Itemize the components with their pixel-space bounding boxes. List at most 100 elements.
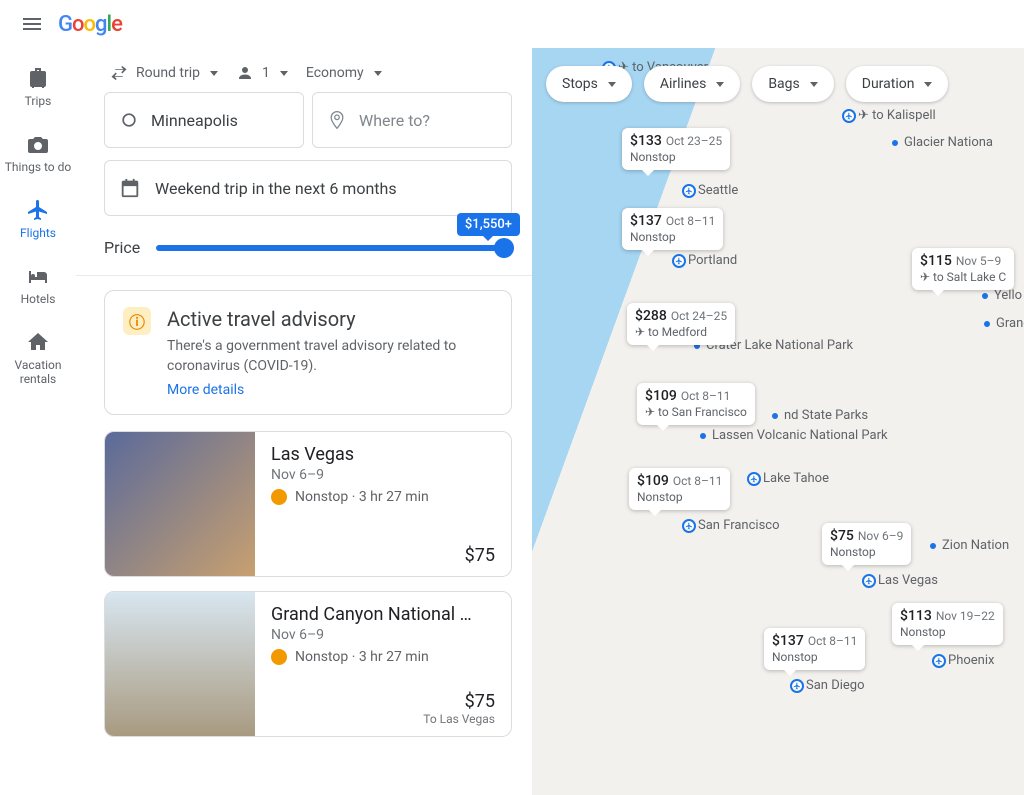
chevron-down-icon: [280, 71, 288, 76]
advisory-title: Active travel advisory: [167, 307, 493, 331]
price-marker[interactable]: $133Oct 23–25Nonstop: [622, 128, 730, 170]
price-label: Price: [104, 238, 140, 257]
map-area[interactable]: Stops Airlines Bags Duration $133Oct 23–25N…: [532, 48, 1024, 795]
left-nav: Trips Things to do Flights Hotels Vacati…: [0, 48, 76, 386]
house-icon: [26, 330, 50, 354]
price-marker[interactable]: $288Oct 24–25✈ to Medford: [627, 303, 735, 345]
pin-icon: [327, 110, 347, 130]
airport-icon: [790, 679, 804, 693]
calendar-icon: [119, 177, 141, 199]
nav-label: Vacation rentals: [0, 358, 76, 386]
google-logo: Google: [58, 12, 122, 37]
city-label[interactable]: ✈ to Kalispell: [842, 108, 936, 123]
price-marker[interactable]: $137Oct 8–11Nonstop: [764, 628, 865, 670]
price-badge: $1,550+: [457, 213, 520, 236]
result-price: $75: [271, 691, 495, 712]
header: Google: [0, 0, 1024, 48]
map-filters: Stops Airlines Bags Duration: [546, 66, 1010, 102]
result-thumb: [105, 592, 255, 736]
advisory-body: There's a government travel advisory rel…: [167, 337, 493, 376]
price-marker[interactable]: $109Oct 8–11Nonstop: [629, 468, 730, 510]
result-card[interactable]: Grand Canyon National … Nov 6–9 Nonstop …: [104, 591, 512, 737]
nav-label: Things to do: [5, 160, 71, 174]
nav-flights[interactable]: Flights: [20, 198, 56, 240]
plane-icon: [26, 198, 50, 222]
city-label[interactable]: Las Vegas: [862, 573, 938, 588]
nav-label: Flights: [20, 226, 56, 240]
passengers-dropdown[interactable]: 1: [236, 64, 288, 82]
airport-icon: [682, 519, 696, 533]
city-label[interactable]: Portland: [672, 253, 737, 268]
city-label[interactable]: Yello: [982, 288, 1022, 303]
filter-airlines[interactable]: Airlines: [644, 66, 740, 102]
airline-icon: [271, 649, 287, 665]
advisory-link[interactable]: More details: [167, 382, 244, 398]
airport-icon: [842, 109, 856, 123]
cabin-dropdown[interactable]: Economy: [306, 65, 382, 81]
search-panel: Round trip 1 Economy Minneapolis Where t…: [76, 48, 532, 795]
warning-icon: ⓘ: [123, 307, 151, 335]
nav-vacation-rentals[interactable]: Vacation rentals: [0, 330, 76, 386]
city-label[interactable]: Phoenix: [932, 653, 994, 668]
price-marker[interactable]: $113Nov 19–22Nonstop: [892, 603, 1003, 645]
destination-input[interactable]: Where to?: [312, 92, 512, 148]
date-input[interactable]: Weekend trip in the next 6 months: [104, 160, 512, 216]
result-sub: To Las Vegas: [271, 712, 495, 726]
city-label[interactable]: Grand: [984, 316, 1024, 331]
bed-icon: [26, 264, 50, 288]
result-dates: Nov 6–9: [271, 467, 495, 483]
result-title: Las Vegas: [271, 444, 495, 465]
airport-icon: [747, 472, 761, 486]
date-value: Weekend trip in the next 6 months: [155, 179, 397, 198]
chevron-down-icon: [716, 82, 724, 87]
nav-things-to-do[interactable]: Things to do: [5, 132, 71, 174]
result-dates: Nov 6–9: [271, 627, 495, 643]
city-label[interactable]: San Diego: [790, 678, 865, 693]
city-label[interactable]: Seattle: [682, 183, 738, 198]
result-thumb: [105, 432, 255, 576]
nav-hotels[interactable]: Hotels: [21, 264, 56, 306]
luggage-icon: [26, 66, 50, 90]
city-label[interactable]: nd State Parks: [772, 408, 868, 423]
menu-icon: [20, 12, 44, 36]
price-marker[interactable]: $115Nov 5–9✈ to Salt Lake C: [912, 248, 1014, 290]
city-label[interactable]: Glacier Nationa: [892, 135, 993, 150]
airport-icon: [672, 254, 686, 268]
slider-knob[interactable]: [494, 238, 514, 258]
nav-trips[interactable]: Trips: [25, 66, 52, 108]
passengers-label: 1: [262, 65, 270, 81]
swap-icon: [110, 64, 128, 82]
origin-input[interactable]: Minneapolis: [104, 92, 304, 148]
city-label[interactable]: San Francisco: [682, 518, 780, 533]
hamburger-menu-button[interactable]: [12, 4, 52, 44]
chevron-down-icon: [374, 71, 382, 76]
result-price: $75: [271, 545, 495, 566]
city-label[interactable]: Lake Tahoe: [747, 471, 829, 486]
chevron-down-icon: [810, 82, 818, 87]
city-label[interactable]: Lassen Volcanic National Park: [700, 428, 888, 443]
filter-stops[interactable]: Stops: [546, 66, 632, 102]
origin-value: Minneapolis: [151, 111, 238, 130]
price-marker[interactable]: $75Nov 6–9Nonstop: [822, 523, 911, 565]
nav-label: Trips: [25, 94, 52, 108]
airport-icon: [932, 654, 946, 668]
origin-circle-icon: [119, 110, 139, 130]
price-slider[interactable]: $1,550+: [156, 245, 512, 251]
result-card[interactable]: Las Vegas Nov 6–9 Nonstop · 3 hr 27 min …: [104, 431, 512, 577]
trip-type-label: Round trip: [136, 65, 200, 81]
destination-placeholder: Where to?: [359, 111, 430, 130]
person-icon: [236, 64, 254, 82]
city-label[interactable]: Zion Nation: [930, 538, 1009, 553]
filter-bags[interactable]: Bags: [752, 66, 833, 102]
chevron-down-icon: [924, 82, 932, 87]
advisory-card: ⓘ Active travel advisory There's a gover…: [104, 290, 512, 415]
airport-icon: [862, 574, 876, 588]
chevron-down-icon: [608, 82, 616, 87]
trip-type-dropdown[interactable]: Round trip: [110, 64, 218, 82]
cabin-label: Economy: [306, 65, 364, 81]
price-marker[interactable]: $137Oct 8–11Nonstop: [622, 208, 723, 250]
airport-icon: [682, 184, 696, 198]
price-marker[interactable]: $109Oct 8–11✈ to San Francisco: [637, 383, 755, 425]
filter-duration[interactable]: Duration: [846, 66, 949, 102]
result-meta: Nonstop · 3 hr 27 min: [271, 489, 495, 505]
